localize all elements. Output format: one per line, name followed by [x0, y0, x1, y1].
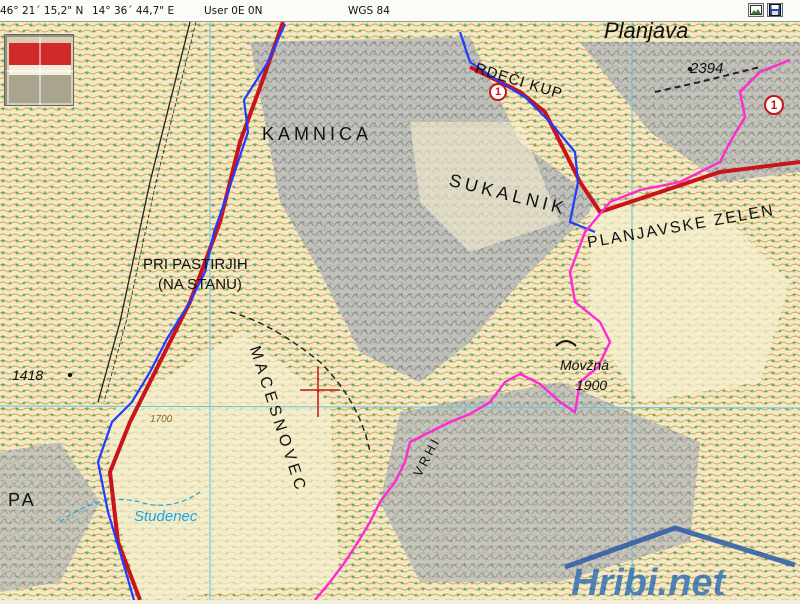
topographic-map[interactable]: 1 1 KAMNICA RDEČI KUP SUKALNIK PLANJAVSK…: [0, 22, 800, 600]
save-icon[interactable]: [767, 3, 783, 17]
user-coordinates-readout: User 0E 0N: [204, 5, 263, 17]
place-label-planjava: Planjava: [604, 22, 689, 43]
place-label-na-stanu: (NA STANU): [158, 276, 242, 293]
hribi-net-logo: Hribi.net: [564, 525, 800, 604]
place-label-pri-pastirjih: PRI PASTIRJIH: [143, 256, 248, 273]
logo-wordmark: Hribi.net: [571, 562, 726, 600]
place-label-pa: PA: [8, 490, 37, 510]
image-icon[interactable]: [748, 3, 764, 17]
elevation-label-1900: 1900: [576, 377, 608, 393]
datum-readout: WGS 84: [348, 5, 390, 17]
contour-label-1700: 1700: [150, 414, 173, 425]
route-badge: 1: [764, 95, 784, 115]
coordinate-status-bar: 46° 21´ 15,2" N 14° 36´ 44,7" E User 0E …: [0, 0, 800, 22]
longitude-readout: 14° 36´ 44,7" E: [92, 5, 175, 17]
elevation-point: [67, 372, 73, 378]
place-label-movzna: Movžna: [560, 357, 610, 373]
elevation-label-1418: 1418: [12, 367, 44, 383]
overview-thumbnail[interactable]: [4, 34, 74, 106]
water-label-studenec: Studenec: [134, 508, 198, 525]
map-canvas: [0, 22, 800, 600]
elevation-label-2394: 2394: [690, 60, 724, 77]
place-label-kamnica: KAMNICA: [262, 124, 373, 144]
latitude-readout: 46° 21´ 15,2" N: [0, 5, 84, 17]
